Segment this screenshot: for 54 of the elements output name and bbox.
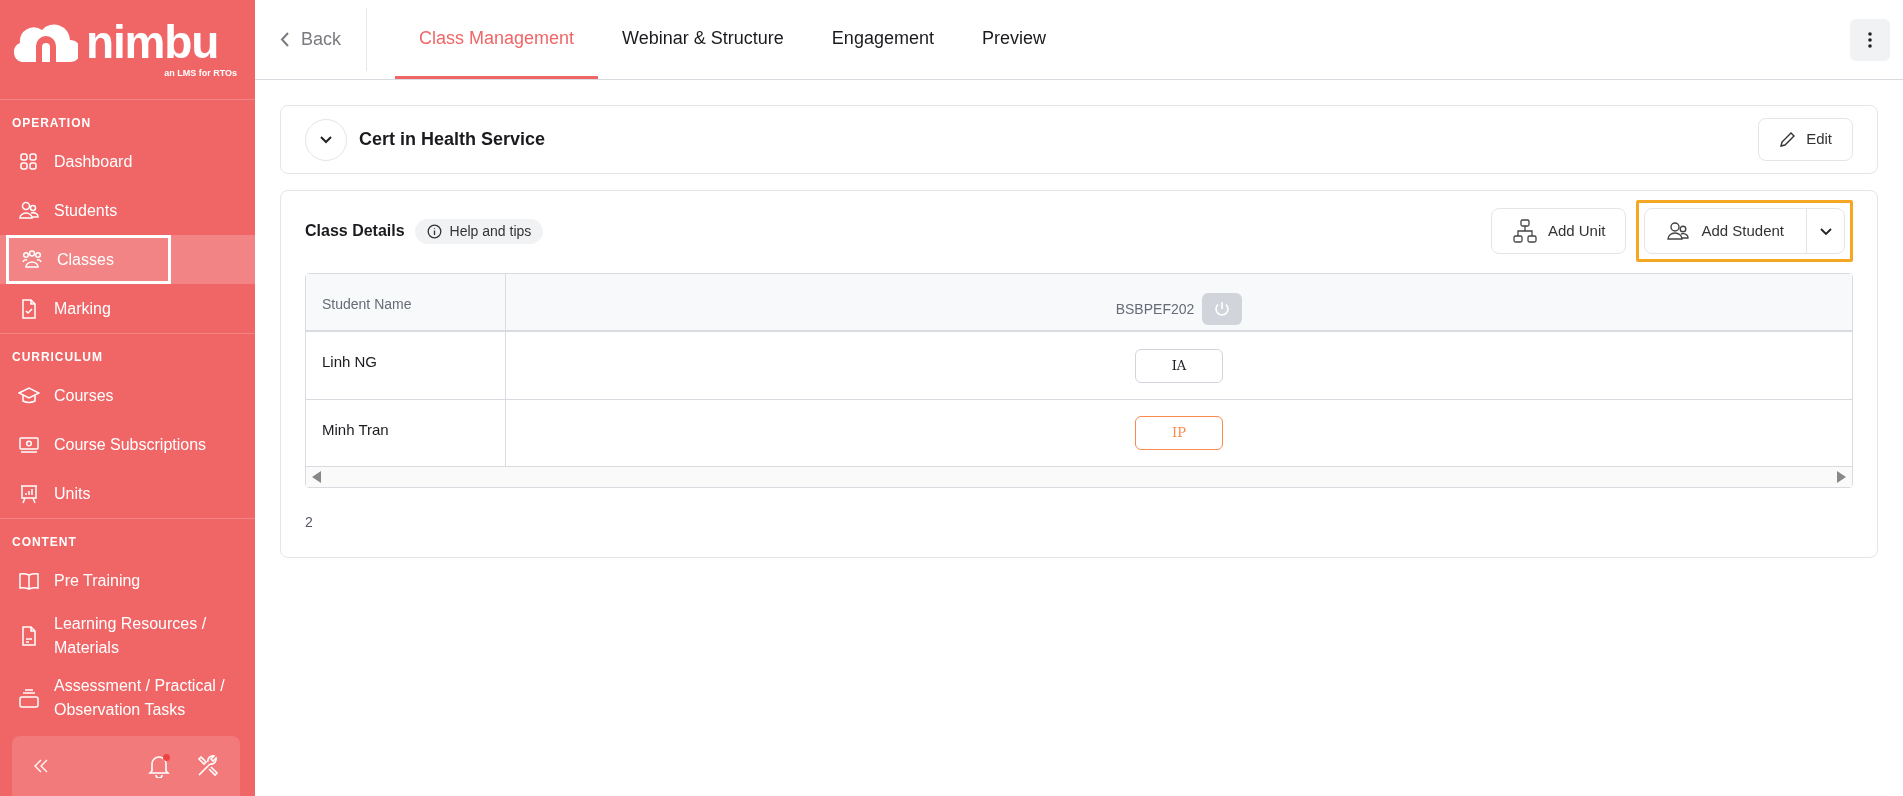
- more-options-button[interactable]: [1850, 18, 1890, 61]
- tray-stack-icon: [18, 687, 40, 709]
- info-icon: [426, 223, 442, 239]
- power-icon: [1213, 300, 1232, 318]
- tab[interactable]: Class Management: [395, 0, 599, 79]
- section-heading: CURRICULUM: [12, 350, 103, 364]
- chevron-down-icon: [319, 135, 333, 144]
- back-link[interactable]: Back: [280, 8, 368, 71]
- section-title: Class Details: [305, 221, 405, 241]
- scroll-left-icon[interactable]: [312, 471, 322, 483]
- presentation-chart-icon: [18, 482, 40, 505]
- grid-icon: [18, 150, 40, 173]
- column-header: BSBPEF202: [1115, 299, 1195, 319]
- status-chip[interactable]: IA: [1135, 348, 1223, 383]
- users-icon: [18, 199, 40, 222]
- add-unit-button[interactable]: Add Unit: [1490, 208, 1627, 254]
- sidebar-item[interactable]: Assessment / Practical / Observation Tasks: [6, 667, 246, 729]
- edit-button[interactable]: Edit: [1758, 118, 1853, 161]
- sidebar-item[interactable]: Dashboard: [6, 137, 246, 186]
- sidebar-item[interactable]: Units: [6, 469, 246, 518]
- tab[interactable]: Webinar & Structure: [598, 0, 808, 79]
- sidebar-item[interactable]: Classes: [6, 235, 171, 284]
- row-count: 2: [305, 513, 314, 532]
- power-toggle-button[interactable]: [1202, 293, 1243, 325]
- logo-wordmark: nimbu: [86, 18, 219, 65]
- help-tips-chip[interactable]: Help and tips: [414, 218, 544, 244]
- sidebar-item[interactable]: Course Subscriptions: [6, 420, 246, 469]
- section-heading: OPERATION: [12, 116, 92, 130]
- section-heading: CONTENT: [12, 535, 77, 549]
- scroll-right-icon[interactable]: [1836, 471, 1846, 483]
- column-header: Student Name: [322, 296, 412, 312]
- status-chip[interactable]: IP: [1135, 416, 1223, 450]
- sidebar-item[interactable]: Students: [6, 186, 246, 235]
- collapse-icon[interactable]: [32, 757, 50, 775]
- sidebar-item[interactable]: Courses: [6, 371, 246, 420]
- horizontal-scrollbar[interactable]: [306, 466, 1852, 487]
- chevron-left-icon: [280, 32, 289, 47]
- tab[interactable]: Preview: [957, 0, 1070, 79]
- group-icon: [21, 248, 43, 271]
- student-name: Minh Tran: [322, 421, 389, 438]
- student-name: Linh NG: [322, 353, 378, 370]
- notification-bell-icon[interactable]: [148, 754, 170, 778]
- logo-tagline: an LMS for RTOs: [164, 66, 237, 80]
- sidebar-item[interactable]: Pre Training: [6, 556, 246, 605]
- sidebar-item[interactable]: Marking: [6, 284, 246, 333]
- sidebar-item[interactable]: Learning Resources / Materials: [6, 605, 246, 667]
- tools-icon[interactable]: [196, 754, 220, 778]
- course-title: Cert in Health Service: [359, 128, 546, 151]
- users-icon: [1667, 221, 1690, 241]
- pencil-icon: [1779, 131, 1797, 148]
- tab[interactable]: Engagement: [807, 0, 958, 79]
- more-vertical-icon: [1868, 31, 1872, 48]
- chevron-down-icon: [1818, 226, 1833, 236]
- hierarchy-icon: [1511, 218, 1538, 244]
